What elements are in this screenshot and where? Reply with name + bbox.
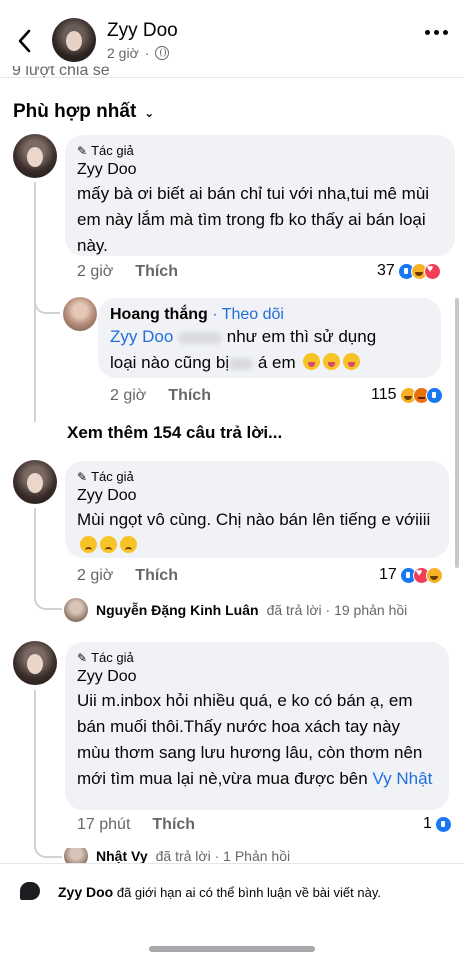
haha-reaction-icon (425, 566, 443, 584)
dot-icon (443, 30, 448, 35)
back-button[interactable] (14, 26, 38, 56)
thread-line (34, 690, 36, 840)
thread-line (34, 508, 36, 592)
post-meta: 2 giờ · (107, 45, 170, 61)
reply-connector (34, 586, 62, 610)
replier-name: Nhật Vy (96, 848, 148, 863)
comment-actions: 2 giờ Thích (77, 567, 178, 585)
post-time: 2 giờ (107, 45, 139, 61)
author-avatar[interactable] (52, 18, 96, 62)
reply-connector (34, 836, 62, 858)
tongue-emoji-icon (343, 353, 361, 370)
tongue-emoji-icon (303, 353, 321, 370)
comment-restriction-banner: Zyy Doo đã giới hạn ai có thể bình luận … (0, 863, 464, 960)
commenter-avatar[interactable] (13, 134, 57, 178)
comment-actions: 17 phút Thích (77, 816, 195, 834)
reaction-summary[interactable]: 17 (379, 566, 443, 584)
reply-time: 2 giờ (110, 387, 147, 404)
replies-count: đã trả lời · 19 phản hồi (266, 602, 408, 618)
reply-author-row: Hoang thắng · Theo dõi (110, 306, 429, 324)
reply-author[interactable]: Hoang thắng (110, 306, 208, 323)
replies-summary-row[interactable]: Nhật Vy đã trả lời · 1 Phản hồi (64, 848, 290, 863)
follow-link[interactable]: · Theo dõi (212, 306, 284, 323)
like-button[interactable]: Thích (135, 263, 178, 281)
comment-time: 17 phút (77, 816, 131, 833)
comment-author[interactable]: Zyy Doo (77, 668, 437, 686)
replies-summary-row[interactable]: Nguyễn Đặng Kinh Luân đã trả lời · 19 ph… (64, 598, 407, 622)
mention-link[interactable]: Zyy Doo (110, 327, 173, 346)
like-reaction-icon (425, 386, 443, 404)
sort-label: Phù hợp nhất (13, 101, 137, 122)
chat-bubble-icon (20, 882, 40, 900)
comment-bubble: ✎ Tác giả Zyy Doo Uii m.inbox hỏi nhiều q… (65, 642, 449, 810)
reaction-summary[interactable]: 1 (423, 815, 452, 833)
author-name[interactable]: Zyy Doo (107, 20, 178, 42)
crying-emoji-icon (80, 536, 97, 553)
globe-icon (155, 46, 170, 60)
mention-link[interactable]: Vy Nhật (372, 769, 432, 788)
comment-text: Uii m.inbox hỏi nhiều quá, e ko có bán ạ… (77, 691, 433, 788)
reply-actions: 2 giờ Thích (110, 387, 211, 405)
commenter-avatar[interactable] (13, 641, 57, 685)
replies-count: đã trả lời · 1 Phản hồi (155, 848, 291, 863)
comment-time: 2 giờ (77, 567, 114, 584)
dot-icon (425, 30, 430, 35)
comment-bubble: ✎ Tác giả Zyy Doo mấy bà ơi biết ai bán c… (65, 135, 455, 256)
tongue-emoji-icon (323, 353, 341, 370)
comment-actions: 2 giờ Thích (77, 263, 178, 281)
chevron-down-icon: ⌄ (144, 106, 155, 120)
pen-icon: ✎ (77, 469, 88, 484)
like-button[interactable]: Thích (168, 387, 211, 405)
comment-author[interactable]: Zyy Doo (77, 487, 437, 505)
like-button[interactable]: Thích (135, 567, 178, 585)
crying-emoji-icon (120, 536, 137, 553)
commenter-avatar[interactable] (13, 460, 57, 504)
like-reaction-icon (434, 815, 452, 833)
blurred-text (178, 331, 223, 344)
comment-time: 2 giờ (77, 263, 114, 280)
pen-icon: ✎ (77, 143, 88, 158)
pen-icon: ✎ (77, 650, 88, 665)
see-more-replies-link[interactable]: Xem thêm 154 câu trả lời... (67, 423, 282, 443)
comment-bubble: ✎ Tác giả Zyy Doo Mùi ngọt vô cùng. Chị n… (65, 461, 449, 558)
more-options-button[interactable] (425, 30, 448, 35)
author-badge: ✎ Tác giả (77, 650, 134, 665)
comment-author[interactable]: Zyy Doo (77, 161, 443, 179)
reply-bubble: Hoang thắng · Theo dõi Zyy Doo như em th… (98, 298, 441, 378)
reply-connector (34, 290, 60, 314)
chevron-left-icon (18, 29, 31, 53)
crying-emoji-icon (100, 536, 117, 553)
replier-name: Nguyễn Đặng Kinh Luân (96, 602, 259, 618)
home-indicator[interactable] (149, 946, 315, 952)
author-badge: ✎ Tác giả (77, 143, 134, 158)
like-button[interactable]: Thích (152, 816, 195, 834)
replier-avatar (64, 848, 88, 863)
replier-avatar (64, 598, 88, 622)
sort-dropdown[interactable]: Phù hợp nhất ⌄ (13, 101, 154, 123)
comment-text: Mùi ngọt vô cùng. Chị nào bán lên tiếng … (77, 507, 437, 559)
dot-icon (434, 30, 439, 35)
comment-text: mấy bà ơi biết ai bán chỉ tui với nha,tu… (77, 184, 430, 255)
reaction-summary[interactable]: 115 (371, 386, 443, 404)
love-reaction-icon (423, 262, 441, 280)
scrollbar[interactable] (455, 298, 459, 568)
replier-avatar[interactable] (63, 297, 97, 331)
author-badge: ✎ Tác giả (77, 469, 134, 484)
restriction-text: Zyy Doo đã giới hạn ai có thể bình luận … (58, 884, 381, 900)
blurred-text (229, 357, 254, 370)
share-count-cut: 9 lượt chia sẻ (12, 66, 110, 78)
reaction-summary[interactable]: 37 (377, 262, 441, 280)
reply-text: Zyy Doo như em thì sử dụng loại nào cũng… (110, 327, 377, 372)
